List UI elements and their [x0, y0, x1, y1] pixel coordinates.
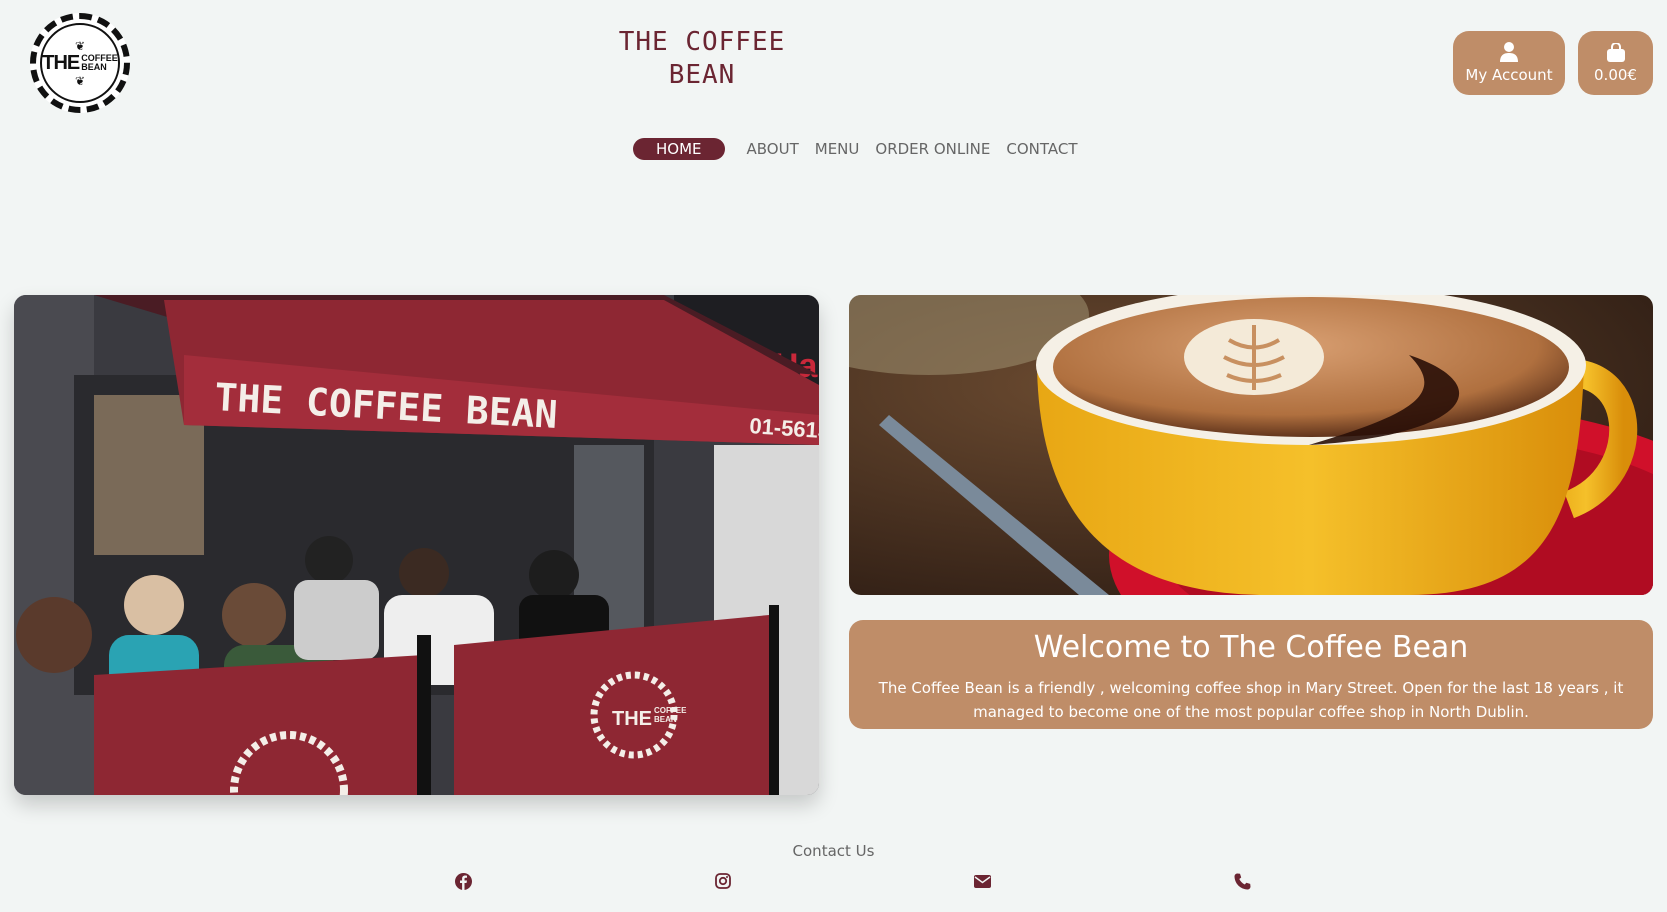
banner-logo-coffee: COFFEE	[654, 706, 687, 715]
main-nav: HOME ABOUT MENU ORDER ONLINE CONTACT	[633, 137, 1086, 161]
welcome-text: The Coffee Bean is a friendly , welcomin…	[878, 679, 1624, 721]
logo-bean: BEAN	[81, 62, 107, 72]
nav-home[interactable]: HOME	[633, 138, 725, 160]
logo[interactable]: ❦ THE COFFEE BEAN ❦	[30, 13, 130, 113]
shop-front-illustration: Hair THE COFFEE BEAN 01-5613011 THE COFF…	[14, 295, 819, 795]
welcome-card: Welcome to The Coffee Bean The Coffee Be…	[849, 620, 1653, 729]
site-title-line1: THE COFFEE	[618, 27, 786, 57]
my-account-button[interactable]: My Account	[1453, 31, 1565, 95]
user-icon	[1500, 42, 1518, 62]
facebook-icon[interactable]	[453, 871, 473, 891]
banner-logo-bean: BEAN	[654, 715, 677, 724]
logo-text: THE COFFEE BEAN	[42, 52, 118, 75]
envelope-icon[interactable]	[972, 871, 992, 891]
logo-the: THE	[42, 51, 80, 74]
shop-front-photo: Hair THE COFFEE BEAN 01-5613011 THE COFF…	[14, 295, 819, 795]
instagram-icon[interactable]	[713, 871, 733, 891]
shopping-bag-icon	[1606, 42, 1625, 62]
site-title-line2: BEAN	[668, 60, 736, 90]
latte-illustration	[849, 295, 1653, 595]
banner-logo-the: THE	[612, 708, 652, 730]
phone-icon[interactable]	[1232, 871, 1252, 891]
nav-order-online[interactable]: ORDER ONLINE	[867, 140, 998, 158]
my-account-label: My Account	[1465, 66, 1553, 84]
leaf-icon: ❦	[74, 73, 86, 88]
nav-contact[interactable]: CONTACT	[998, 140, 1085, 158]
contact-title: Contact Us	[792, 842, 875, 860]
nav-menu[interactable]: MENU	[807, 140, 868, 158]
leaf-icon: ❦	[74, 38, 86, 53]
cart-button[interactable]: 0.00€	[1578, 31, 1653, 95]
site-title: THE COFFEE BEAN	[600, 26, 804, 92]
welcome-title: Welcome to The Coffee Bean	[1033, 630, 1469, 665]
nav-about[interactable]: ABOUT	[739, 140, 807, 158]
logo-sub: COFFEE BEAN	[81, 54, 118, 72]
cart-total: 0.00€	[1594, 65, 1637, 84]
latte-photo	[849, 295, 1653, 595]
logo-badge: ❦ THE COFFEE BEAN ❦	[40, 23, 120, 103]
